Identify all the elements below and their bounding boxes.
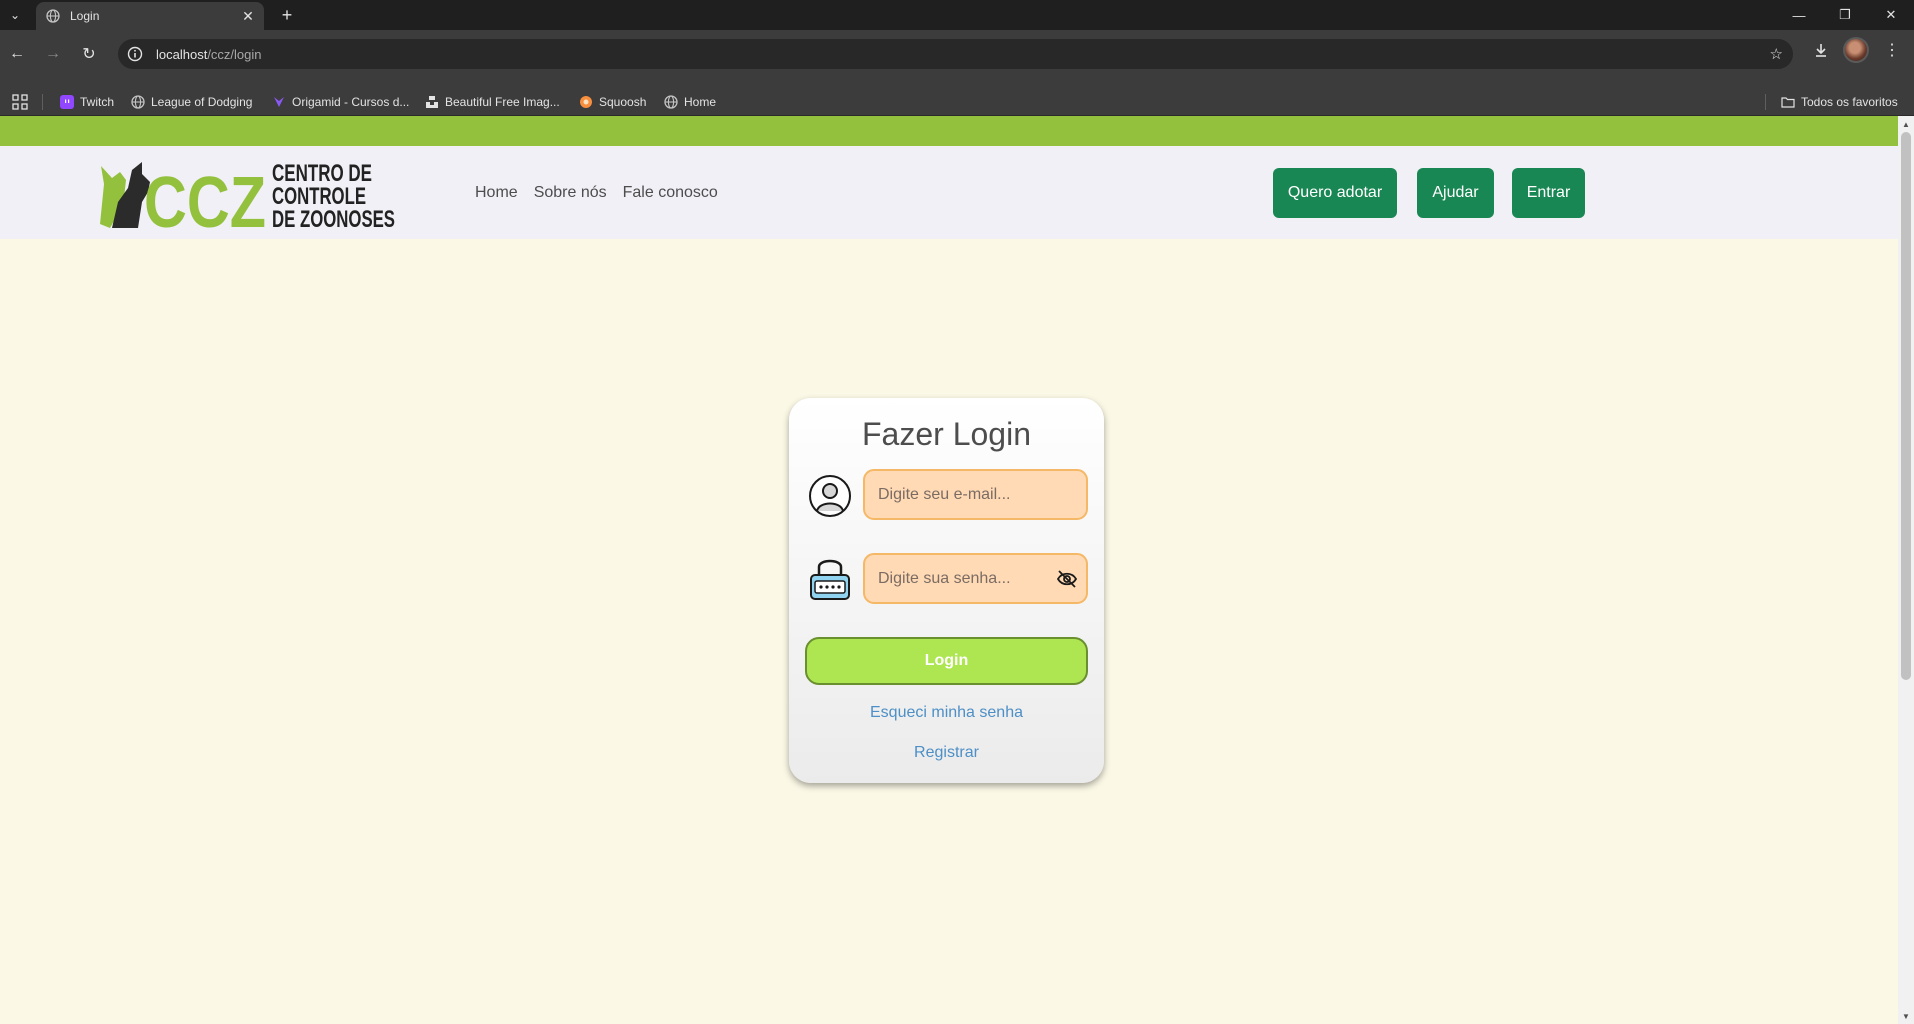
- bookmark-star-icon[interactable]: ☆: [1770, 45, 1783, 63]
- reload-icon[interactable]: ↻: [75, 40, 103, 68]
- tab-search-chevron-icon[interactable]: ⌄: [3, 3, 27, 27]
- bookmark-unsplash[interactable]: Beautiful Free Imag...: [425, 92, 560, 112]
- top-accent-bar: [0, 116, 1898, 146]
- password-input[interactable]: [878, 569, 1048, 588]
- unsplash-icon: [425, 95, 439, 109]
- bookmark-label: Home: [684, 95, 717, 109]
- folder-icon: [1781, 95, 1795, 109]
- new-tab-plus-icon[interactable]: +: [276, 4, 298, 26]
- nav-contact-link[interactable]: Fale conosco: [623, 184, 718, 202]
- browser-toolbar: ← → ↻ localhost/ccz/login ☆ ⋮: [0, 30, 1914, 86]
- forward-arrow-icon[interactable]: →: [39, 40, 67, 68]
- help-button[interactable]: Ajudar: [1417, 168, 1494, 218]
- bookmark-league-of-dodging[interactable]: League of Dodging: [131, 92, 252, 112]
- restore-icon[interactable]: ❐: [1822, 0, 1868, 30]
- bookmark-twitch[interactable]: Twitch: [60, 92, 114, 112]
- bookmark-label: League of Dodging: [151, 95, 253, 109]
- back-arrow-icon[interactable]: ←: [3, 40, 31, 68]
- adopt-button[interactable]: Quero adotar: [1273, 168, 1397, 218]
- eye-slash-icon[interactable]: [1056, 569, 1078, 589]
- password-field[interactable]: [863, 553, 1088, 604]
- scroll-down-arrow-icon[interactable]: ▼: [1898, 1009, 1914, 1023]
- bookmarks-divider: [42, 94, 43, 110]
- bookmark-label: Origamid - Cursos d...: [292, 95, 410, 109]
- url-text: localhost/ccz/login: [156, 47, 262, 62]
- enter-button[interactable]: Entrar: [1512, 168, 1585, 218]
- url-path: /ccz/login: [207, 46, 262, 62]
- login-title: Fazer Login: [862, 416, 1031, 452]
- site-info-icon[interactable]: [126, 45, 144, 63]
- globe-icon: [46, 9, 60, 23]
- login-submit-button[interactable]: Login: [805, 637, 1088, 685]
- browser-tab-active[interactable]: Login ✕: [36, 2, 264, 30]
- logo-text-line-3: DE ZOONOSES: [272, 206, 395, 230]
- download-icon[interactable]: [1811, 40, 1831, 60]
- bookmark-squoosh[interactable]: Squoosh: [579, 92, 646, 112]
- bookmarks-bar: Twitch League of Dodging Origamid - Curs…: [0, 86, 1914, 116]
- register-link[interactable]: Registrar: [789, 744, 1104, 762]
- bookmark-label: Beautiful Free Imag...: [445, 95, 560, 109]
- all-bookmarks-label: Todos os favoritos: [1801, 95, 1898, 109]
- menu-kebab-icon[interactable]: ⋮: [1884, 40, 1900, 60]
- origamid-icon: [272, 95, 286, 109]
- apps-grid-icon[interactable]: [12, 94, 28, 110]
- browser-tabstrip: ⌄ Login ✕ + — ❐ ✕: [0, 0, 1914, 30]
- site-header: CCZ CENTRO DE CONTROLE DE ZOONOSES Home …: [0, 146, 1898, 239]
- ccz-logo[interactable]: CCZ CENTRO DE CONTROLE DE ZOONOSES: [98, 158, 398, 230]
- close-window-icon[interactable]: ✕: [1868, 0, 1914, 30]
- bookmark-label: Squoosh: [599, 95, 647, 109]
- page-scrollbar[interactable]: ▲ ▼: [1898, 116, 1914, 1024]
- bookmark-home[interactable]: Home: [664, 92, 716, 112]
- squoosh-icon: [579, 95, 593, 109]
- scroll-up-arrow-icon[interactable]: ▲: [1898, 117, 1914, 131]
- globe-icon: [664, 95, 678, 109]
- address-bar[interactable]: localhost/ccz/login ☆: [118, 39, 1793, 69]
- ccz-logo-mark: CCZ: [144, 163, 266, 230]
- minimize-icon[interactable]: —: [1776, 0, 1822, 30]
- forgot-password-link[interactable]: Esqueci minha senha: [789, 704, 1104, 722]
- bookmark-label: Twitch: [80, 95, 115, 109]
- user-icon: [809, 475, 851, 517]
- main-nav: Home Sobre nós Fale conosco: [475, 184, 718, 202]
- twitch-icon: [60, 95, 74, 109]
- login-card: Fazer Login Login Esqueci minha senha Re…: [789, 398, 1104, 783]
- tab-title: Login: [70, 9, 100, 23]
- globe-icon: [131, 95, 145, 109]
- bookmarks-divider: [1765, 94, 1766, 110]
- profile-avatar[interactable]: [1843, 37, 1869, 63]
- email-field[interactable]: [863, 469, 1088, 520]
- all-bookmarks-folder[interactable]: Todos os favoritos: [1781, 92, 1898, 112]
- scroll-thumb[interactable]: [1901, 132, 1911, 680]
- url-host: localhost: [156, 46, 208, 62]
- nav-about-link[interactable]: Sobre nós: [534, 184, 607, 202]
- bookmark-origamid[interactable]: Origamid - Cursos d...: [272, 92, 409, 112]
- lock-icon: [810, 559, 850, 600]
- close-tab-icon[interactable]: ✕: [238, 6, 258, 26]
- email-input[interactable]: [878, 485, 1048, 504]
- nav-home-link[interactable]: Home: [475, 184, 518, 202]
